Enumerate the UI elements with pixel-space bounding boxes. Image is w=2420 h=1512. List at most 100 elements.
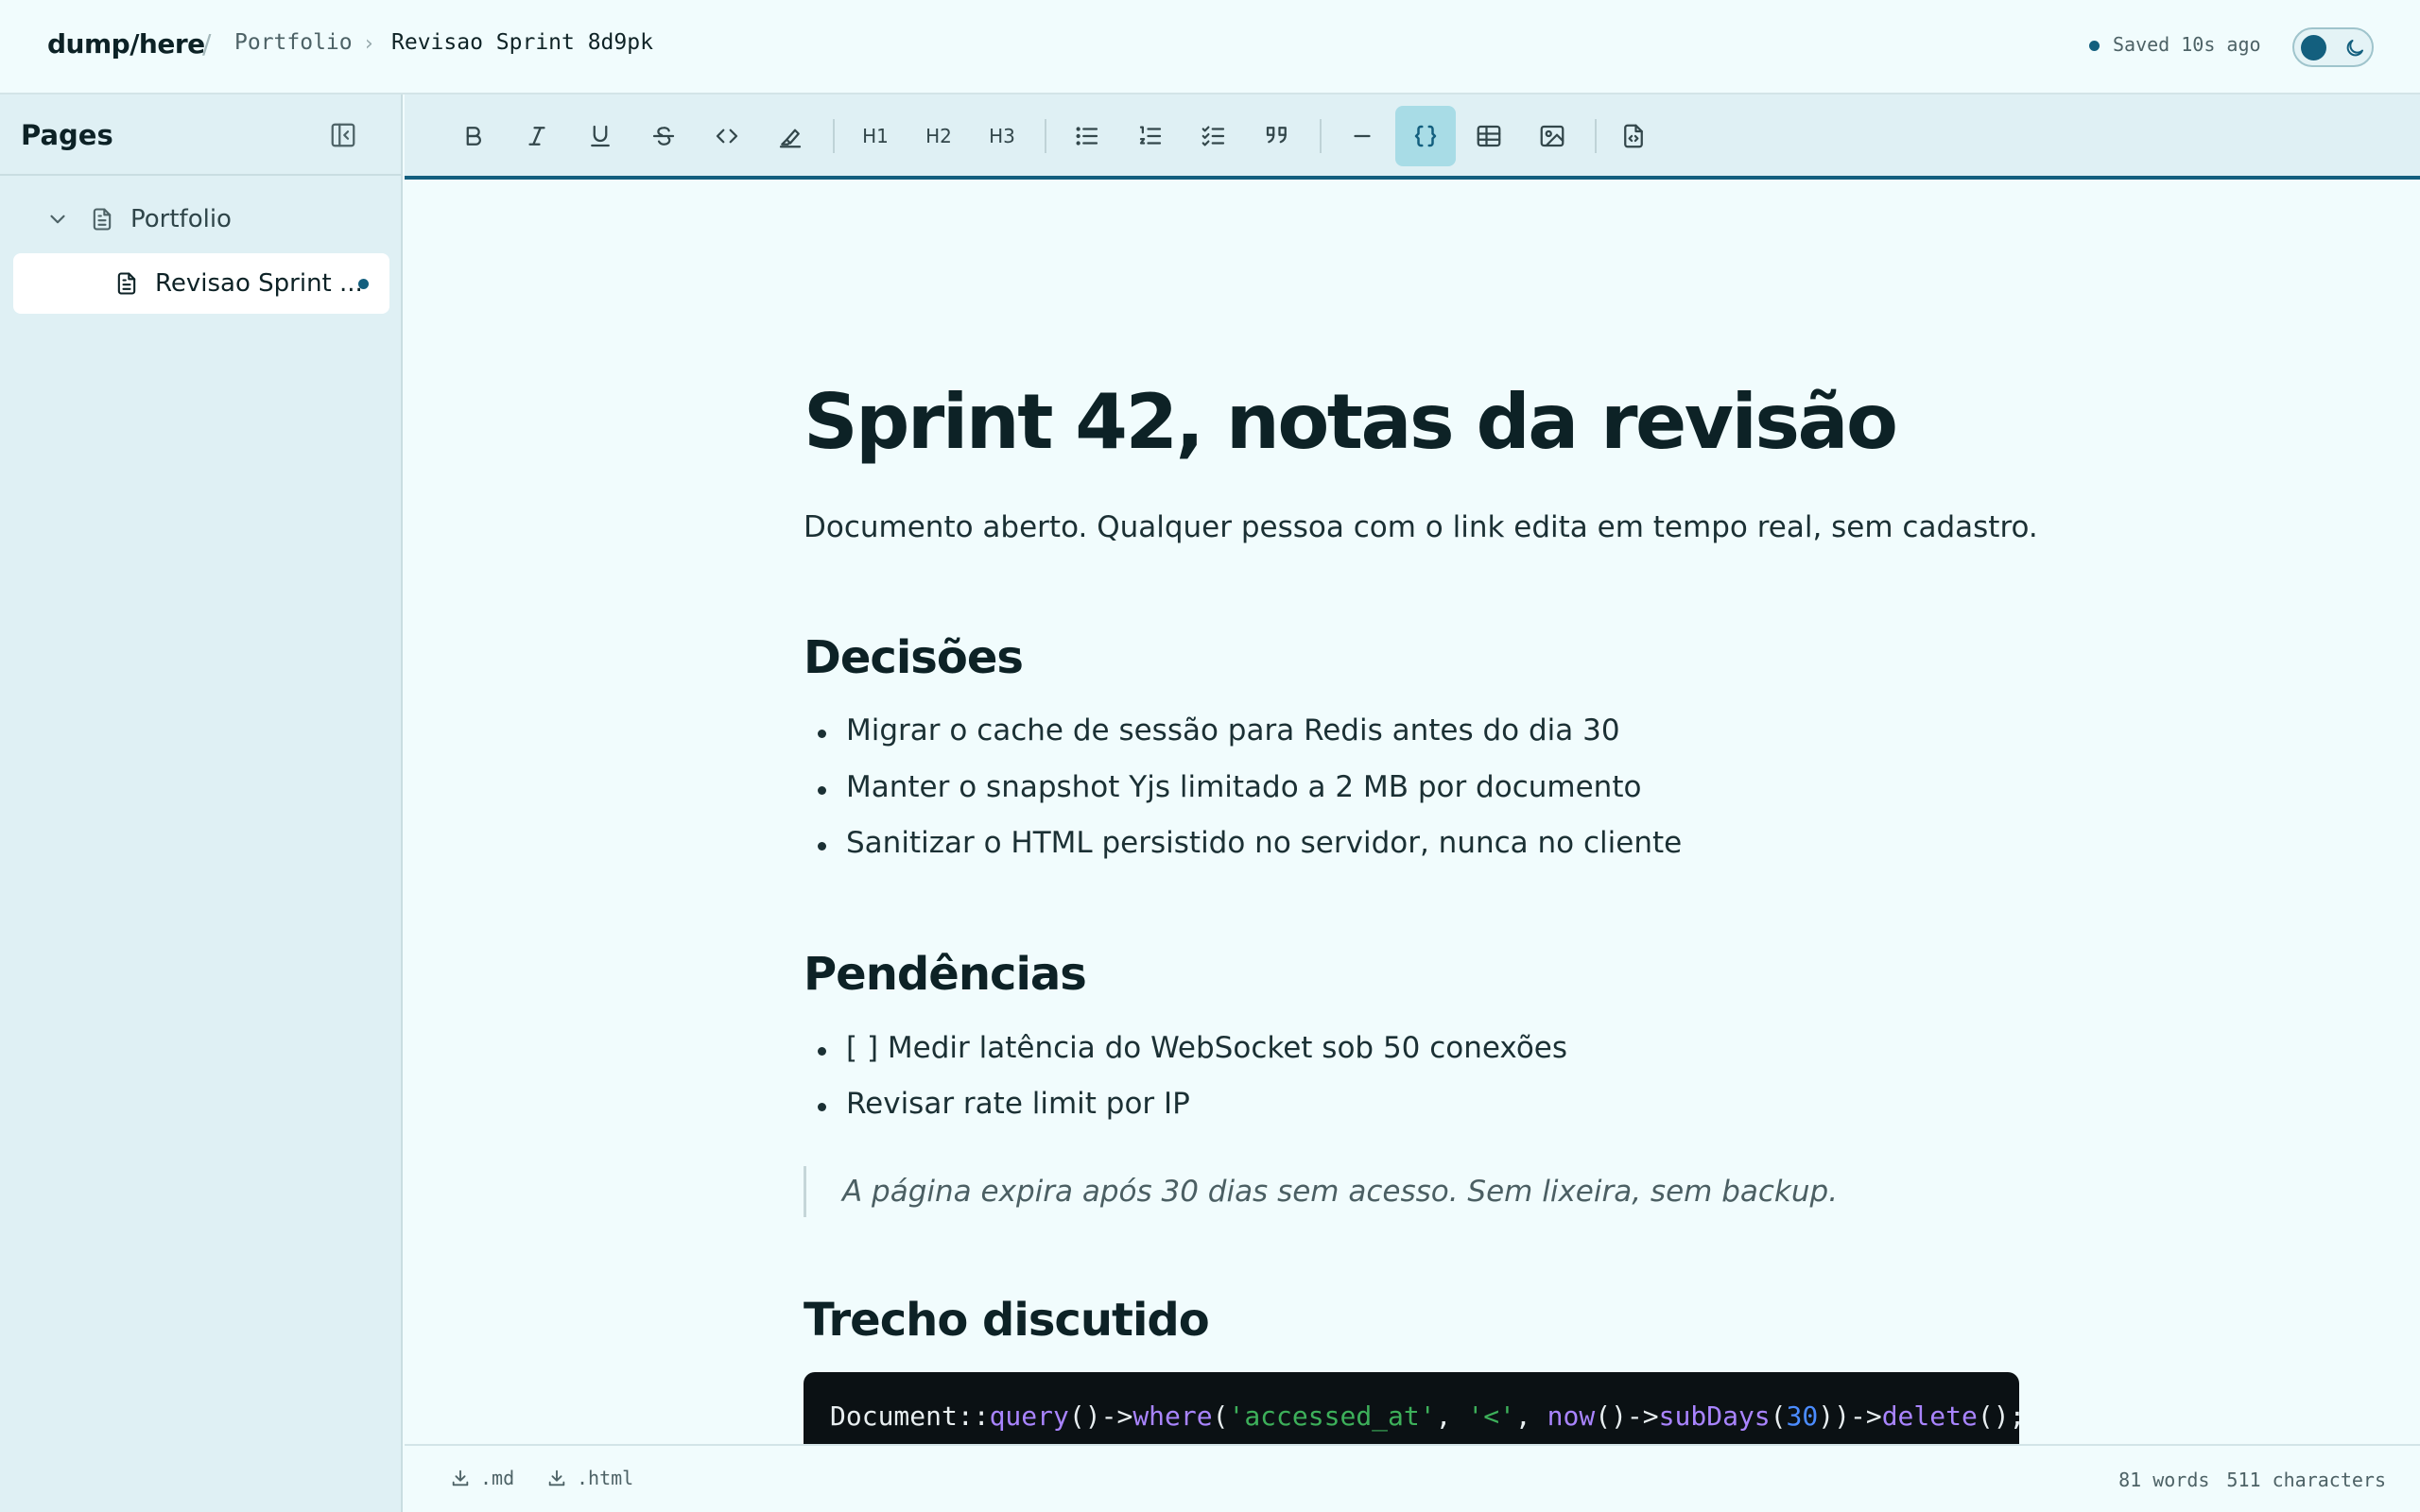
save-status: Saved 10s ago: [2113, 33, 2261, 56]
image-button[interactable]: [1522, 106, 1582, 166]
task-list-icon: [1201, 126, 1225, 146]
list-item[interactable]: Manter o snapshot Yjs limitado a 2 MB po…: [817, 770, 1641, 804]
ordered-list-button[interactable]: [1120, 106, 1181, 166]
status-footer: .md .html 81 words 511 characters: [405, 1444, 2420, 1512]
section-heading-trecho[interactable]: Trecho discutido: [804, 1294, 1210, 1347]
code-token: delete: [1881, 1400, 1978, 1432]
active-page-dot: [358, 279, 369, 289]
code-icon: [716, 129, 738, 144]
section-heading-decisoes[interactable]: Decisões: [804, 631, 1024, 684]
image-icon: [1540, 125, 1564, 147]
task-list-button[interactable]: [1184, 106, 1244, 166]
list-item[interactable]: Revisar rate limit por IP: [818, 1087, 1190, 1121]
moon-icon: [2346, 40, 2363, 57]
blockquote-button[interactable]: [1247, 106, 1307, 166]
code-token: ()->: [1595, 1400, 1659, 1432]
bold-button[interactable]: [443, 106, 504, 166]
toggle-knob: [2301, 35, 2326, 60]
underline-icon: [591, 125, 610, 147]
sidebar-item-portfolio[interactable]: Portfolio: [45, 198, 232, 240]
highlight-button[interactable]: [760, 106, 821, 166]
breadcrumb-separator: /: [202, 28, 212, 60]
sidebar-header: Pages: [0, 94, 401, 176]
code-token: ))->: [1818, 1400, 1882, 1432]
document-icon: [93, 208, 112, 231]
export-md-button[interactable]: .md: [450, 1467, 514, 1489]
export-md-label: .md: [480, 1467, 515, 1489]
document-title[interactable]: Sprint 42, notas da revisão: [804, 378, 1898, 466]
heading-2-icon: H2: [925, 125, 952, 147]
section-heading-pendencias[interactable]: Pendências: [804, 948, 1087, 1001]
italic-icon: [528, 127, 545, 146]
code-token: subDays: [1658, 1400, 1771, 1432]
minus-icon: [1354, 134, 1371, 138]
file-code-icon: [1624, 124, 1643, 148]
inline-code-button[interactable]: [697, 106, 757, 166]
code-token: '<': [1467, 1400, 1515, 1432]
collapse-sidebar-icon[interactable]: [329, 121, 357, 149]
download-icon: [452, 1469, 469, 1486]
bullet-list-icon: [1076, 127, 1098, 146]
chevron-down-icon[interactable]: [45, 207, 70, 232]
export-html-label: .html: [577, 1467, 634, 1489]
quote-icon: [1266, 127, 1287, 144]
underline-button[interactable]: [570, 106, 631, 166]
table-button[interactable]: [1459, 106, 1519, 166]
sidebar-title: Pages: [21, 119, 113, 151]
breadcrumb-portfolio[interactable]: Portfolio: [234, 30, 353, 55]
breadcrumb-current-page: Revisao Sprint 8d9pk: [391, 30, 653, 55]
html-source-button[interactable]: [1603, 106, 1664, 166]
list-item[interactable]: [ ] Medir latência do WebSocket sob 50 c…: [817, 1031, 1567, 1065]
sidebar-item-label: Portfolio: [130, 205, 232, 233]
editor-toolbar: H1 H2 H3: [405, 94, 2420, 180]
code-token: 'accessed_at': [1228, 1400, 1436, 1432]
heading-1-icon: H1: [862, 125, 889, 147]
heading-1-button[interactable]: H1: [845, 106, 906, 166]
code-token: now: [1547, 1400, 1596, 1432]
document-stats: 81 words 511 characters: [2118, 1469, 2386, 1491]
toolbar-divider: [1045, 119, 1046, 153]
strikethrough-button[interactable]: [633, 106, 694, 166]
word-count: 81 words: [2118, 1469, 2210, 1491]
code-token: ();: [1977, 1400, 2026, 1432]
download-icon: [548, 1469, 565, 1486]
save-status-dot: [2089, 41, 2100, 51]
strikethrough-icon: [652, 127, 675, 146]
list-item[interactable]: Sanitizar o HTML persistido no servidor,…: [817, 826, 1682, 860]
code-block-button[interactable]: [1395, 106, 1456, 166]
bullet-list-button[interactable]: [1057, 106, 1117, 166]
code-token: ()->: [1068, 1400, 1133, 1432]
theme-toggle[interactable]: [2292, 27, 2374, 67]
sidebar-item-revisao-sprint[interactable]: Revisao Sprint ...: [13, 253, 389, 314]
heading-3-icon: H3: [989, 125, 1015, 147]
code-token: (: [1770, 1400, 1787, 1432]
code-token: ,: [1514, 1400, 1547, 1432]
export-html-button[interactable]: .html: [546, 1467, 633, 1489]
code-token: where: [1132, 1400, 1213, 1432]
heading-3-button[interactable]: H3: [972, 106, 1032, 166]
toolbar-divider: [1595, 119, 1597, 153]
toolbar-divider: [1320, 119, 1322, 153]
table-icon: [1477, 125, 1501, 147]
italic-button[interactable]: [507, 106, 567, 166]
braces-icon: [1414, 125, 1437, 147]
list-item[interactable]: Migrar o cache de sessão para Redis ante…: [818, 713, 1620, 747]
top-bar: dump/here / Portfolio › Revisao Sprint 8…: [0, 0, 2420, 94]
horizontal-rule-button[interactable]: [1332, 106, 1392, 166]
chevron-right-icon: ›: [365, 32, 373, 56]
document-icon: [117, 272, 136, 295]
code-token: (: [1212, 1400, 1229, 1432]
highlighter-icon: [779, 129, 802, 148]
ordered-list-icon: [1139, 126, 1162, 145]
toolbar-divider: [833, 119, 835, 153]
character-count: 511 characters: [2226, 1469, 2386, 1491]
code-token: query: [989, 1400, 1069, 1432]
code-token: Document::: [830, 1400, 990, 1432]
brand-logo[interactable]: dump/here: [47, 28, 205, 60]
document-lead[interactable]: Documento aberto. Qualquer pessoa com o …: [804, 510, 2038, 544]
blockquote[interactable]: A página expira após 30 dias sem acesso.…: [804, 1166, 1838, 1217]
code-token: 30: [1786, 1400, 1819, 1432]
heading-2-button[interactable]: H2: [908, 106, 969, 166]
bold-icon: [466, 127, 481, 146]
sidebar-item-label: Revisao Sprint ...: [155, 269, 363, 298]
